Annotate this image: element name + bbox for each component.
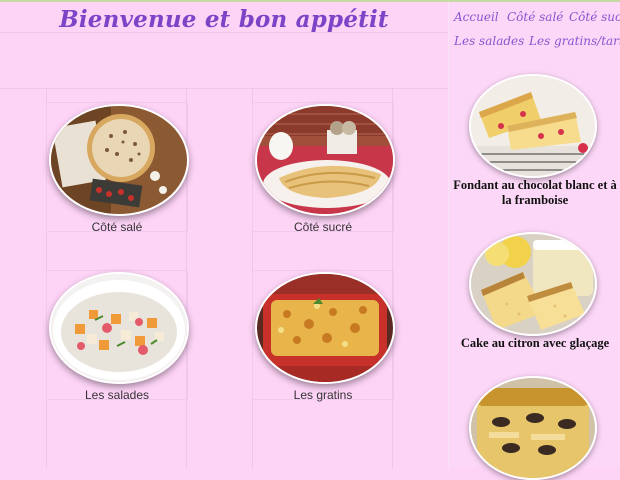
nav-link-salads[interactable]: Les salades [454, 34, 524, 48]
pizza-image [49, 104, 189, 216]
recipe-title[interactable]: Cake au citron avec glaçage [449, 336, 620, 351]
crepes-image [255, 104, 395, 216]
nav-link-savory[interactable]: Côté salé [507, 10, 563, 24]
recipe-image-lemon-cake[interactable] [469, 232, 597, 336]
category-label: Les salades [84, 388, 150, 402]
grid-line [0, 88, 448, 89]
salad-image [49, 272, 189, 384]
main-content: Bienvenue et bon appétit Côté salé Côté … [0, 2, 448, 468]
category-label: Côté salé [91, 220, 143, 234]
recipe-title[interactable]: Fondant au chocolat blanc et à la frambo… [449, 178, 620, 208]
gratin-image [255, 272, 395, 384]
nav-link-sweet[interactable]: Côté sucré [569, 10, 620, 24]
page-title: Bienvenue et bon appétit [59, 6, 389, 33]
recipe-image-prune-flan[interactable] [469, 376, 597, 480]
nav-link-gratins-tarts[interactable]: Les gratins/tartes [529, 34, 620, 48]
nav-link-home[interactable]: Accueil [454, 10, 499, 24]
category-label: Les gratins [293, 388, 353, 402]
sidebar: Accueil Côté salé Côté sucré Les salades… [448, 2, 620, 480]
category-label: Côté sucré [293, 220, 353, 234]
recipe-image-fondant[interactable] [469, 74, 597, 178]
